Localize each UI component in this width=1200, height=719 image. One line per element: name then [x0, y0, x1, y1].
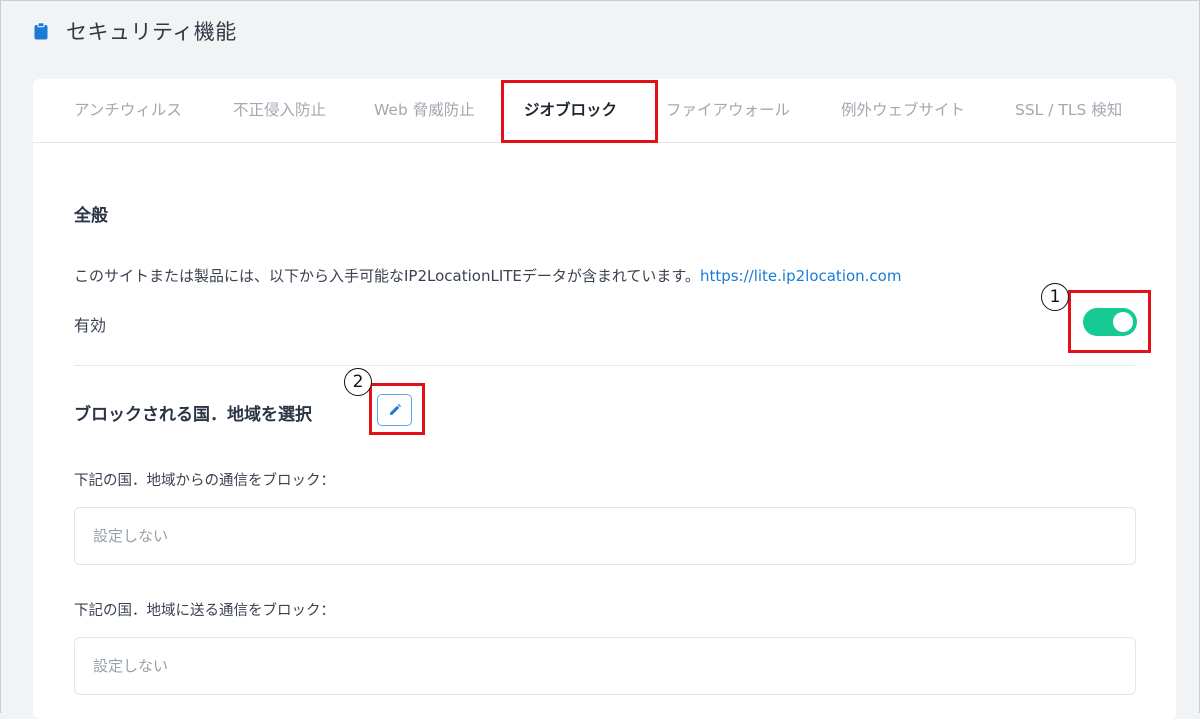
- edit-regions-button[interactable]: [377, 394, 412, 426]
- callout-marker-1: 1: [1041, 283, 1069, 311]
- tab-exception-websites[interactable]: 例外ウェブサイト: [841, 79, 965, 143]
- tab-ssl-tls-inspection[interactable]: SSL / TLS 検知: [1015, 79, 1122, 143]
- page-title: セキュリティ機能: [66, 20, 237, 44]
- inbound-block-field[interactable]: 設定しない: [74, 507, 1136, 565]
- ip2location-notice: このサイトまたは製品には、以下から入手可能なIP2LocationLITEデータ…: [74, 265, 901, 286]
- blocked-regions-title: ブロックされる国．地域を選択: [74, 405, 312, 425]
- toggle-knob: [1113, 312, 1133, 332]
- general-section-title: 全般: [74, 206, 108, 226]
- notice-text: このサイトまたは製品には、以下から入手可能なIP2LocationLITEデータ…: [74, 267, 700, 285]
- enable-toggle[interactable]: [1083, 308, 1137, 336]
- geoblock-card: アンチウィルス 不正侵入防止 Web 脅威防止 ジオブロック ファイアウォール …: [33, 79, 1176, 719]
- page-header: セキュリティ機能: [34, 16, 237, 46]
- pencil-icon: [389, 404, 401, 415]
- tab-geoblock[interactable]: ジオブロック: [524, 79, 617, 143]
- clipboard-icon: [34, 22, 48, 40]
- tab-intrusion-prevention[interactable]: 不正侵入防止: [233, 79, 326, 143]
- outbound-block-field[interactable]: 設定しない: [74, 637, 1136, 695]
- tab-bar: アンチウィルス 不正侵入防止 Web 脅威防止 ジオブロック ファイアウォール …: [33, 79, 1176, 143]
- enable-label: 有効: [74, 316, 107, 335]
- callout-marker-2: 2: [344, 368, 372, 396]
- section-divider: [74, 365, 1135, 366]
- tab-web-threat-protection[interactable]: Web 脅威防止: [374, 79, 475, 143]
- tab-firewall[interactable]: ファイアウォール: [666, 79, 790, 143]
- ip2location-link[interactable]: https://lite.ip2location.com: [700, 267, 902, 285]
- inbound-block-label: 下記の国．地域からの通信をブロック：: [74, 473, 335, 489]
- outbound-block-label: 下記の国．地域に送る通信をブロック：: [74, 603, 335, 619]
- tab-antivirus[interactable]: アンチウィルス: [74, 79, 182, 143]
